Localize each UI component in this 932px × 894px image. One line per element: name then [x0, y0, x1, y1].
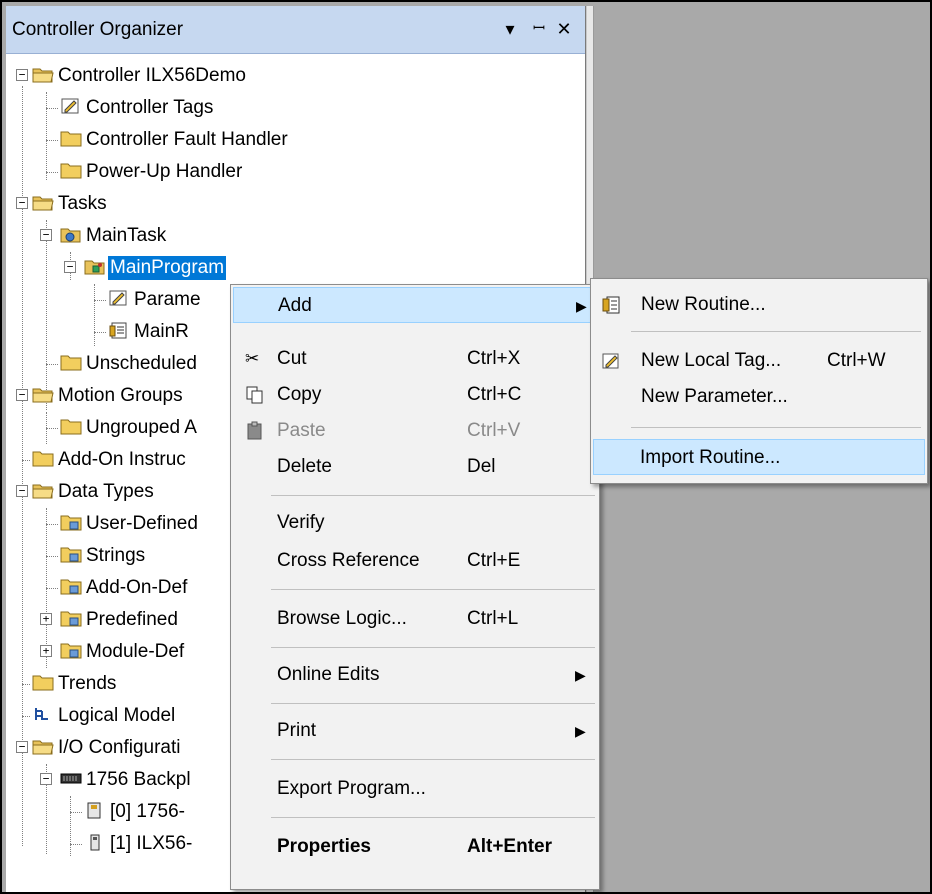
task-icon: [60, 228, 81, 243]
menu-item-cross-reference[interactable]: Cross Reference Ctrl+E: [233, 543, 597, 579]
program-icon: [84, 260, 105, 275]
menu-item-online-edits[interactable]: Online Edits ▶: [233, 657, 597, 693]
folder-icon: [32, 675, 54, 691]
folder-icon: [60, 163, 82, 179]
tags-icon: [61, 98, 79, 114]
datatype-folder-icon: [60, 547, 82, 563]
folder-icon: [60, 131, 82, 147]
expand-icon[interactable]: +: [40, 613, 52, 625]
collapse-icon[interactable]: −: [64, 261, 76, 273]
organizer-title: Controller Organizer: [12, 19, 184, 40]
collapse-icon[interactable]: −: [40, 773, 52, 785]
menu-item-paste[interactable]: Paste Ctrl+V: [233, 413, 597, 449]
routine-icon: [109, 322, 127, 339]
menu-item-import-routine[interactable]: Import Routine...: [593, 439, 925, 475]
menu-item-browse-logic[interactable]: Browse Logic... Ctrl+L: [233, 601, 597, 637]
collapse-icon[interactable]: −: [16, 197, 28, 209]
organizer-titlebar: Controller Organizer ▾ ꟷ ✕: [6, 6, 585, 54]
menu-item-new-routine[interactable]: New Routine...: [593, 287, 925, 323]
module-icon: [90, 834, 100, 851]
folder-icon: [60, 355, 82, 371]
menu-item-copy[interactable]: Copy Ctrl+C: [233, 377, 597, 413]
menu-separator: [271, 495, 595, 496]
menu-separator: [271, 759, 595, 760]
copy-icon: [246, 386, 263, 404]
tags-icon: [602, 353, 619, 369]
menu-item-verify[interactable]: Verify: [233, 505, 597, 541]
folder-open-icon: [32, 68, 54, 83]
collapse-icon[interactable]: −: [16, 741, 28, 753]
folder-icon: [32, 451, 54, 467]
folder-icon: [60, 419, 82, 435]
pin-icon[interactable]: ꟷ: [527, 16, 551, 42]
controller-module-icon: [87, 802, 101, 819]
menu-item-properties[interactable]: Properties Alt+Enter: [233, 829, 597, 865]
paste-icon: [247, 421, 262, 440]
application-window: Controller Organizer ▾ ꟷ ✕ − Controller …: [0, 0, 932, 894]
tags-icon: [109, 290, 127, 306]
context-menu: Add ▶ ✂ Cut Ctrl+X Copy Ctrl+C Paste Ctr…: [230, 284, 600, 890]
logical-model-icon: [35, 708, 48, 720]
menu-item-export-program[interactable]: Export Program...: [233, 771, 597, 807]
collapse-icon[interactable]: −: [16, 389, 28, 401]
routine-icon: [602, 296, 620, 314]
menu-separator: [271, 589, 595, 590]
menu-item-print[interactable]: Print ▶: [233, 713, 597, 749]
menu-item-new-local-tag[interactable]: New Local Tag... Ctrl+W: [593, 343, 925, 379]
menu-separator: [631, 331, 921, 332]
menu-separator: [271, 647, 595, 648]
backplane-icon: [60, 773, 82, 784]
menu-item-cut[interactable]: ✂ Cut Ctrl+X: [233, 341, 597, 377]
datatype-folder-icon: [60, 643, 82, 659]
folder-open-icon: [32, 388, 54, 403]
menu-separator: [271, 817, 595, 818]
scissors-icon: ✂: [245, 349, 260, 368]
submenu-arrow-icon: ▶: [575, 723, 586, 739]
add-submenu: New Routine... New Local Tag... Ctrl+W N…: [590, 278, 928, 484]
collapse-icon[interactable]: −: [40, 229, 52, 241]
folder-open-icon: [32, 484, 54, 499]
folder-open-icon: [32, 196, 54, 211]
close-icon[interactable]: ✕: [552, 16, 576, 42]
expand-icon[interactable]: +: [40, 645, 52, 657]
collapse-icon[interactable]: −: [16, 485, 28, 497]
menu-separator: [271, 703, 595, 704]
menu-separator: [631, 427, 921, 428]
folder-open-icon: [32, 740, 54, 755]
chevron-down-icon[interactable]: ▾: [498, 16, 522, 42]
datatype-folder-icon: [60, 611, 82, 627]
collapse-icon[interactable]: −: [16, 69, 28, 81]
datatype-folder-icon: [60, 579, 82, 595]
submenu-arrow-icon: ▶: [576, 298, 587, 314]
menu-item-add[interactable]: Add ▶: [233, 287, 597, 323]
datatype-folder-icon: [60, 515, 82, 531]
menu-item-new-parameter[interactable]: New Parameter...: [593, 379, 925, 415]
submenu-arrow-icon: ▶: [575, 667, 586, 683]
menu-item-delete[interactable]: Delete Del: [233, 449, 597, 485]
